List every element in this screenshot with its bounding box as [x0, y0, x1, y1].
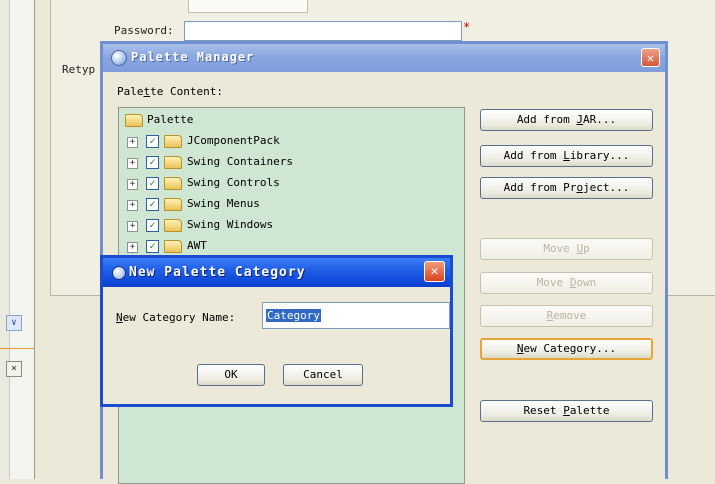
category-name-label: New Category Name:	[116, 311, 236, 324]
folder-icon	[125, 114, 143, 127]
close-button[interactable]: ✕	[424, 261, 445, 282]
add-from-jar-button[interactable]: Add from JAR...	[480, 109, 653, 131]
app-icon	[112, 266, 126, 280]
dialog-title: New Palette Category	[129, 265, 306, 280]
retype-label: Retyp	[62, 63, 96, 76]
window-title: Palette Manager	[131, 50, 255, 64]
move-down-button[interactable]: Move Down	[480, 272, 653, 294]
add-from-project-button[interactable]: Add from Project...	[480, 177, 653, 199]
expand-icon[interactable]: +	[127, 200, 138, 211]
folder-icon	[164, 177, 182, 190]
close-icon[interactable]: ×	[6, 361, 22, 377]
required-marker: *	[463, 20, 471, 34]
password-label: Password:	[114, 24, 174, 37]
checkbox[interactable]: ✓	[146, 177, 159, 190]
tree-item-label: Swing Controls	[187, 176, 280, 189]
close-button[interactable]: ✕	[641, 48, 660, 67]
expand-icon[interactable]: +	[127, 242, 138, 253]
palette-content-label: Palette Content:	[117, 85, 223, 98]
checkbox[interactable]: ✓	[146, 219, 159, 232]
tree-item-label: Swing Containers	[187, 155, 293, 168]
folder-icon	[164, 240, 182, 253]
folder-icon	[164, 219, 182, 232]
left-panel-divider	[0, 348, 34, 349]
expand-icon[interactable]: +	[127, 221, 138, 232]
new-category-button[interactable]: New Category...	[480, 338, 653, 360]
checkbox[interactable]: ✓	[146, 240, 159, 253]
expand-icon[interactable]: +	[127, 158, 138, 169]
chevron-down-icon[interactable]: ∨	[6, 315, 22, 331]
password-field[interactable]	[184, 21, 462, 41]
new-palette-category-dialog: New Palette Category ✕ New Category Name…	[100, 255, 453, 407]
tree-item-label: JComponentPack	[187, 134, 280, 147]
reset-palette-button[interactable]: Reset Palette	[480, 400, 653, 422]
tree-item-label: AWT	[187, 239, 207, 252]
expand-icon[interactable]: +	[127, 137, 138, 148]
category-name-value: Category	[266, 309, 321, 322]
folder-icon	[164, 135, 182, 148]
background-field-top	[188, 0, 308, 13]
palette-manager-titlebar[interactable]: Palette Manager ✕	[103, 44, 665, 72]
folder-icon	[164, 156, 182, 169]
remove-button[interactable]: Remove	[480, 305, 653, 327]
folder-icon	[164, 198, 182, 211]
category-name-input[interactable]: Category	[262, 302, 450, 329]
dialog-titlebar[interactable]: New Palette Category ✕	[103, 258, 450, 287]
checkbox[interactable]: ✓	[146, 156, 159, 169]
add-from-library-button[interactable]: Add from Library...	[480, 145, 653, 167]
left-panel-inner	[9, 0, 34, 479]
app-icon	[111, 50, 127, 66]
checkbox[interactable]: ✓	[146, 198, 159, 211]
ok-button[interactable]: OK	[197, 364, 265, 386]
tree-item-label: Swing Windows	[187, 218, 274, 231]
tree-root-label: Palette	[147, 113, 194, 126]
checkbox[interactable]: ✓	[146, 135, 159, 148]
expand-icon[interactable]: +	[127, 179, 138, 190]
tree-item-label: Swing Menus	[187, 197, 260, 210]
cancel-button[interactable]: Cancel	[283, 364, 363, 386]
move-up-button[interactable]: Move Up	[480, 238, 653, 260]
